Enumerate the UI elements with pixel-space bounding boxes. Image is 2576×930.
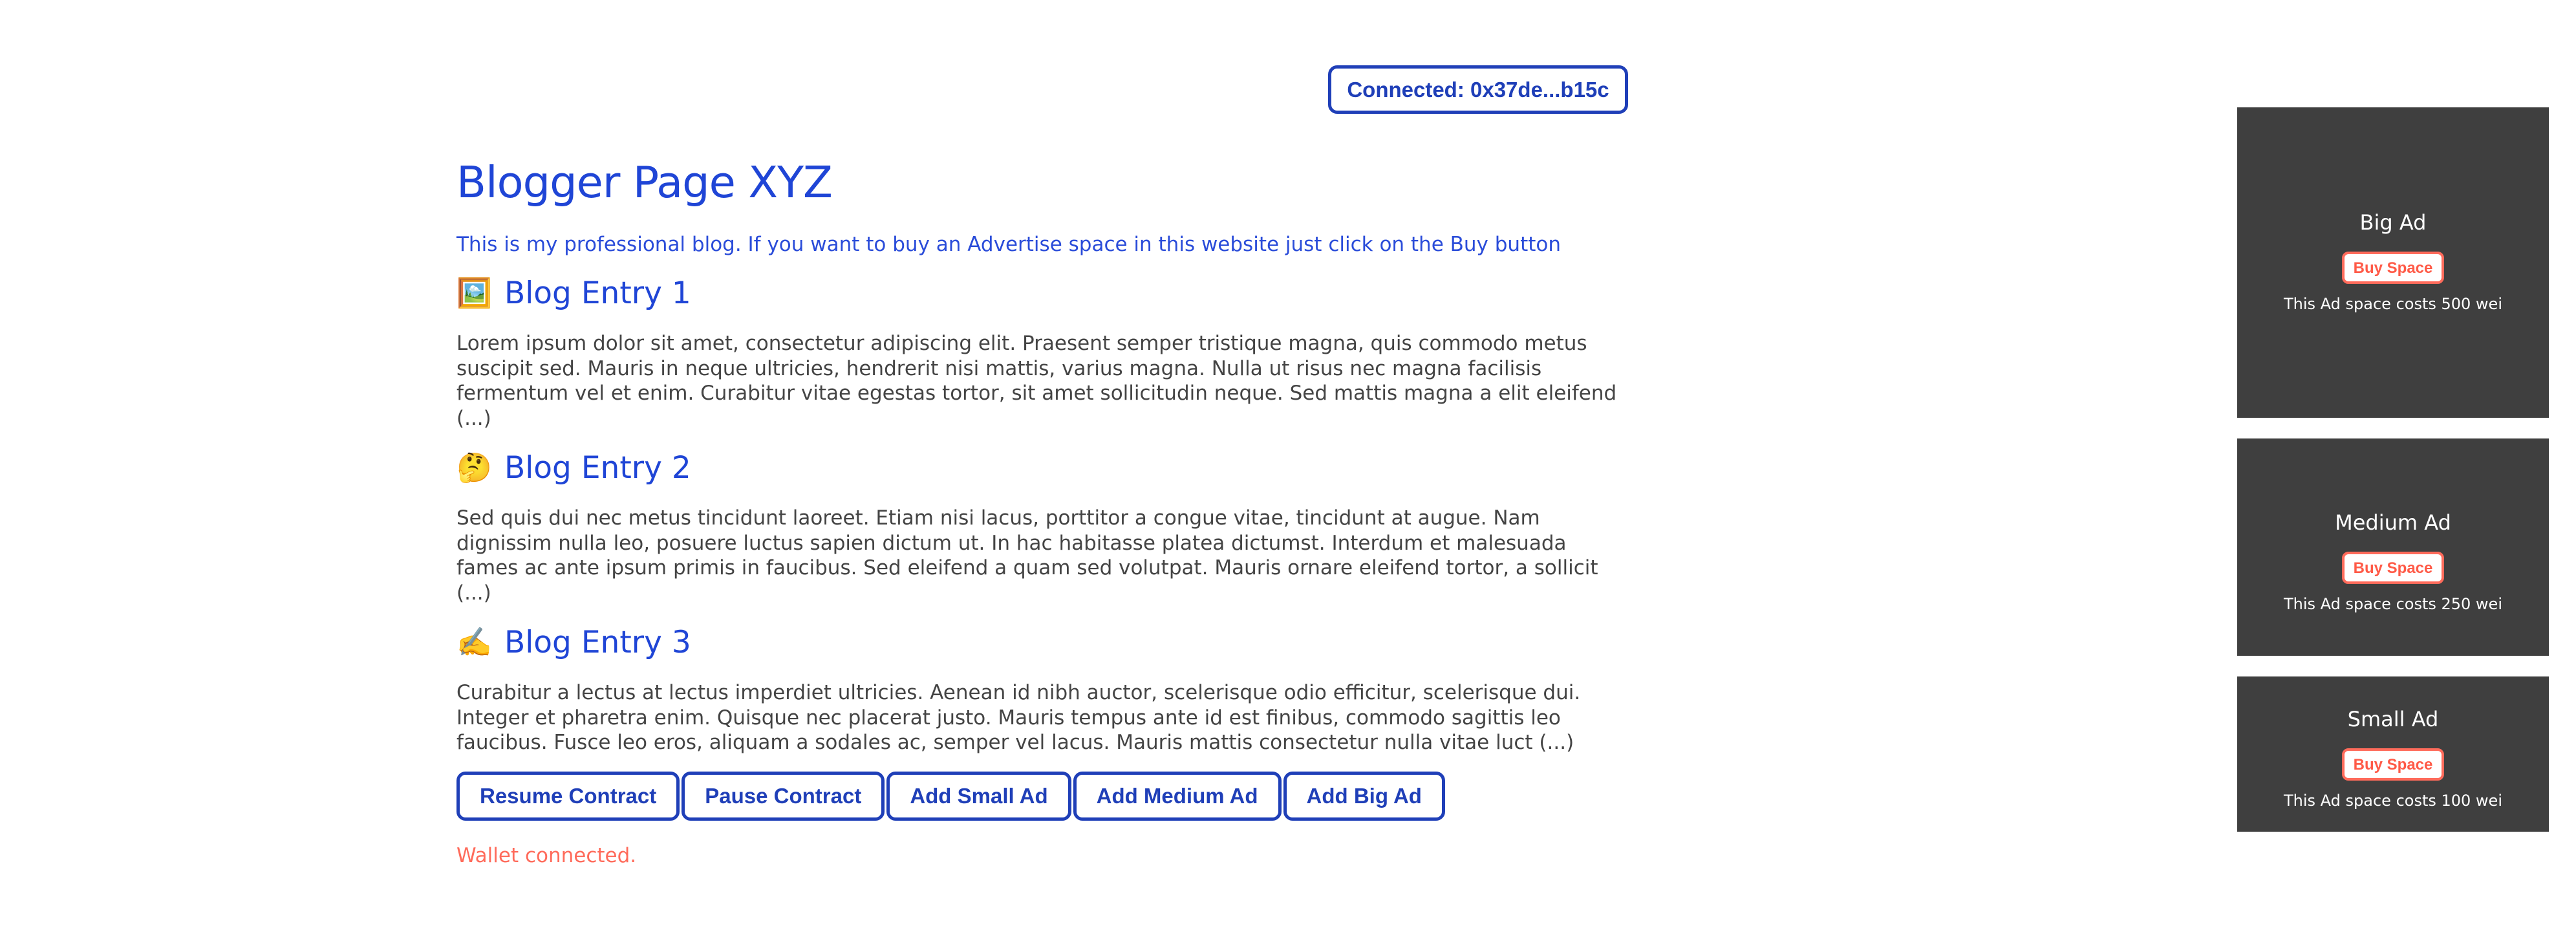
- blog-entry-body: Sed quis dui nec metus tincidunt laoreet…: [456, 506, 1598, 605]
- wallet-connect-button[interactable]: Connected: 0x37de...b15c: [1328, 65, 1628, 114]
- big-ad-panel: Big Ad Buy Space This Ad space costs 500…: [2237, 107, 2549, 418]
- blog-entry-title-text: Blog Entry 3: [504, 625, 691, 660]
- blog-entry-body: Curabitur a lectus at lectus imperdiet u…: [456, 681, 1581, 754]
- writing-hand-icon: ✍️: [456, 626, 492, 659]
- pause-contract-button[interactable]: Pause Contract: [682, 771, 885, 821]
- buy-small-ad-button[interactable]: Buy Space: [2342, 748, 2444, 781]
- page: Connected: 0x37de...b15c Blogger Page XY…: [0, 0, 2576, 930]
- blog-entry-3: ✍️ Blog Entry 3 Curabitur a lectus at le…: [456, 622, 1633, 755]
- big-ad-content: Big Ad Buy Space This Ad space costs 500…: [2237, 210, 2549, 314]
- blog-entry-title: ✍️ Blog Entry 3: [456, 622, 1633, 664]
- medium-ad-title: Medium Ad: [2335, 510, 2451, 535]
- blog-main: Blogger Page XYZ This is my professional…: [456, 153, 1633, 869]
- medium-ad-content: Medium Ad Buy Space This Ad space costs …: [2237, 510, 2549, 614]
- add-medium-ad-button[interactable]: Add Medium Ad: [1073, 771, 1282, 821]
- small-ad-content: Small Ad Buy Space This Ad space costs 1…: [2237, 706, 2549, 810]
- blog-entry-title: 🖼️ Blog Entry 1: [456, 273, 1633, 314]
- medium-ad-panel: Medium Ad Buy Space This Ad space costs …: [2237, 438, 2549, 656]
- framed-picture-icon: 🖼️: [456, 277, 492, 310]
- big-ad-price: This Ad space costs 500 wei: [2284, 295, 2502, 313]
- add-big-ad-button[interactable]: Add Big Ad: [1283, 771, 1445, 821]
- status-message: Wallet connected.: [456, 843, 637, 867]
- buy-medium-ad-button[interactable]: Buy Space: [2342, 552, 2444, 584]
- blog-entry-title-text: Blog Entry 1: [504, 276, 691, 311]
- buy-big-ad-button[interactable]: Buy Space: [2342, 252, 2444, 284]
- add-small-ad-button[interactable]: Add Small Ad: [886, 771, 1071, 821]
- small-ad-panel: Small Ad Buy Space This Ad space costs 1…: [2237, 676, 2549, 832]
- medium-ad-price: This Ad space costs 250 wei: [2284, 595, 2502, 613]
- small-ad-price: This Ad space costs 100 wei: [2284, 792, 2502, 810]
- thinking-face-icon: 🤔: [456, 451, 492, 484]
- small-ad-title: Small Ad: [2347, 707, 2439, 731]
- contract-actions: Resume Contract Pause Contract Add Small…: [456, 771, 1633, 821]
- blog-entry-title: 🤔 Blog Entry 2: [456, 448, 1633, 489]
- blog-entry-title-text: Blog Entry 2: [504, 450, 691, 486]
- big-ad-title: Big Ad: [2359, 210, 2427, 235]
- page-title: Blogger Page XYZ: [456, 157, 833, 208]
- blog-entry-body: Lorem ipsum dolor sit amet, consectetur …: [456, 332, 1617, 430]
- blog-entry-1: 🖼️ Blog Entry 1 Lorem ipsum dolor sit am…: [456, 273, 1633, 431]
- resume-contract-button[interactable]: Resume Contract: [456, 771, 680, 821]
- blog-intro: This is my professional blog. If you wan…: [456, 233, 1561, 256]
- blog-entry-2: 🤔 Blog Entry 2 Sed quis dui nec metus ti…: [456, 448, 1633, 605]
